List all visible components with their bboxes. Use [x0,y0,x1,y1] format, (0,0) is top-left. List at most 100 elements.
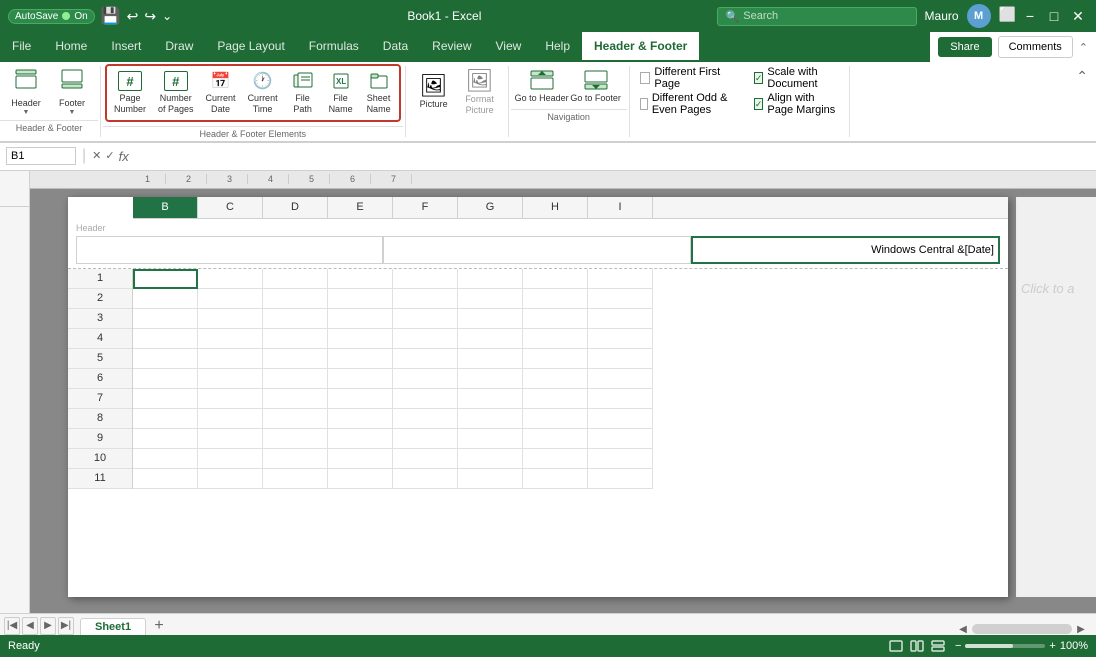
cell-G2[interactable] [458,289,523,309]
save-icon[interactable]: 💾 [101,6,121,26]
cell-I6[interactable] [588,369,653,389]
cell-I4[interactable] [588,329,653,349]
cell-G8[interactable] [458,409,523,429]
cell-I11[interactable] [588,469,653,489]
sheet-tab-sheet1[interactable]: Sheet1 [80,618,146,635]
tab-header-footer[interactable]: Header & Footer [582,32,699,62]
align-page-margins-option[interactable]: Align with Page Margins [754,92,840,116]
cell-B10[interactable] [133,449,198,469]
tab-file[interactable]: File [0,32,43,62]
maximize-button[interactable]: □ [1044,6,1064,26]
cell-E9[interactable] [328,429,393,449]
col-header-c[interactable]: C [198,197,263,218]
cell-D9[interactable] [263,429,328,449]
cell-F6[interactable] [393,369,458,389]
scale-with-document-checkbox[interactable] [754,72,764,84]
cell-G6[interactable] [458,369,523,389]
page-break-view-button[interactable] [929,638,947,654]
cell-F11[interactable] [393,469,458,489]
minimize-button[interactable]: − [1020,6,1040,26]
tab-home[interactable]: Home [43,32,99,62]
cell-D7[interactable] [263,389,328,409]
different-odd-even-option[interactable]: Different Odd & Even Pages [640,92,738,116]
cell-D8[interactable] [263,409,328,429]
cell-F9[interactable] [393,429,458,449]
cell-D11[interactable] [263,469,328,489]
cell-B11[interactable] [133,469,198,489]
cell-E7[interactable] [328,389,393,409]
tab-view[interactable]: View [484,32,534,62]
cell-C10[interactable] [198,449,263,469]
cell-F5[interactable] [393,349,458,369]
cell-F8[interactable] [393,409,458,429]
tab-help[interactable]: Help [533,32,582,62]
cancel-formula-icon[interactable]: ✕ [92,149,101,164]
tab-draw[interactable]: Draw [153,32,205,62]
cell-H4[interactable] [523,329,588,349]
cell-B8[interactable] [133,409,198,429]
cell-E1[interactable] [328,269,393,289]
col-header-e[interactable]: E [328,197,393,218]
cell-C6[interactable] [198,369,263,389]
cell-E2[interactable] [328,289,393,309]
last-sheet-arrow[interactable]: ▶| [58,617,74,635]
cell-I8[interactable] [588,409,653,429]
cell-C1[interactable] [198,269,263,289]
cell-G1[interactable] [458,269,523,289]
undo-icon[interactable]: ↩ [127,8,139,25]
cell-I9[interactable] [588,429,653,449]
cell-C7[interactable] [198,389,263,409]
format-picture-button[interactable]: 🖼 FormatPicture [458,66,502,118]
more-tools-icon[interactable]: ⌄ [162,9,172,23]
different-odd-even-checkbox[interactable] [640,98,648,110]
footer-button[interactable]: Footer ▼ [50,66,94,118]
cell-D6[interactable] [263,369,328,389]
cell-H7[interactable] [523,389,588,409]
cell-E6[interactable] [328,369,393,389]
cell-I1[interactable] [588,269,653,289]
header-center-cell[interactable] [383,236,690,264]
autosave-toggle[interactable]: AutoSave On [8,9,95,24]
next-sheet-arrow[interactable]: ▶ [40,617,56,635]
cell-B4[interactable] [133,329,198,349]
cell-D2[interactable] [263,289,328,309]
cell-C5[interactable] [198,349,263,369]
different-first-page-checkbox[interactable] [640,72,651,84]
cell-C9[interactable] [198,429,263,449]
page-layout-view-button[interactable] [908,638,926,654]
tab-data[interactable]: Data [371,32,420,62]
sheet-name-button[interactable]: SheetName [361,68,397,118]
horizontal-scrollbar[interactable] [972,624,1072,634]
comments-button[interactable]: Comments [998,36,1073,58]
cell-I5[interactable] [588,349,653,369]
header-left-cell[interactable] [76,236,383,264]
tab-review[interactable]: Review [420,32,483,62]
scroll-right-button[interactable]: ▶ [1074,624,1088,635]
page-number-button[interactable]: # PageNumber [109,68,151,118]
cell-G9[interactable] [458,429,523,449]
cell-F1[interactable] [393,269,458,289]
different-first-page-option[interactable]: Different First Page [640,66,738,90]
cell-D10[interactable] [263,449,328,469]
header-button[interactable]: Header ▼ [4,66,48,118]
picture-button[interactable]: 🖼 Picture [412,71,456,112]
cell-G5[interactable] [458,349,523,369]
cell-H2[interactable] [523,289,588,309]
zoom-in-button[interactable]: + [1049,640,1055,652]
cell-B1[interactable] [133,269,198,289]
align-page-margins-checkbox[interactable] [754,98,764,110]
normal-view-button[interactable] [887,638,905,654]
cell-C8[interactable] [198,409,263,429]
cell-E10[interactable] [328,449,393,469]
cell-F2[interactable] [393,289,458,309]
search-box[interactable]: 🔍 Search [717,7,917,26]
go-to-header-button[interactable]: Go to Header [519,66,565,107]
tab-page-layout[interactable]: Page Layout [205,32,296,62]
cell-F10[interactable] [393,449,458,469]
cell-B2[interactable] [133,289,198,309]
cell-F7[interactable] [393,389,458,409]
zoom-out-button[interactable]: − [955,640,961,652]
cell-reference-input[interactable] [6,147,76,165]
col-header-i[interactable]: I [588,197,653,218]
ribbon-collapse-button[interactable]: ⌃ [1072,66,1092,87]
